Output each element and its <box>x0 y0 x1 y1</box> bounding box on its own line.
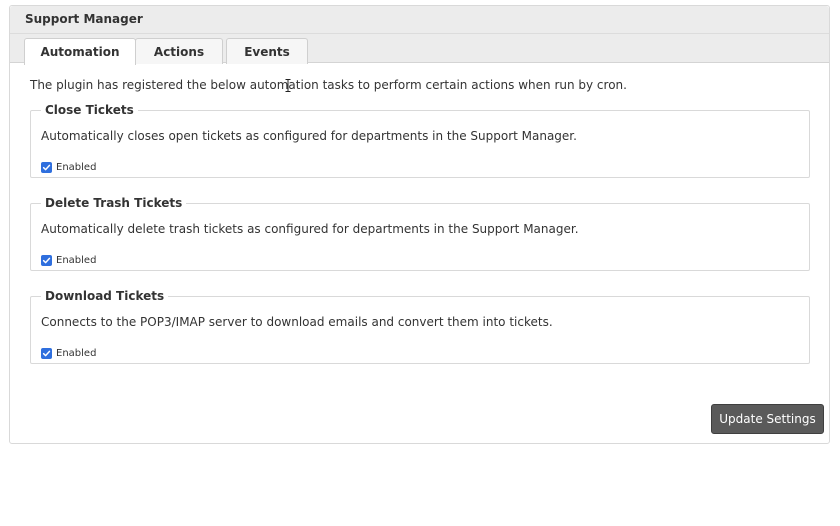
checkbox-label: Enabled <box>56 162 97 173</box>
task-download-tickets: Download Tickets Connects to the POP3/IM… <box>30 289 810 364</box>
tab-automation[interactable]: Automation <box>24 38 136 65</box>
task-delete-trash-tickets: Delete Trash Tickets Automatically delet… <box>30 196 810 271</box>
task-description: Automatically delete trash tickets as co… <box>41 222 579 236</box>
task-close-tickets: Close Tickets Automatically closes open … <box>30 103 810 178</box>
tab-bar: Automation Actions Events <box>10 34 829 65</box>
checkmark-icon[interactable] <box>41 162 52 173</box>
task-title: Download Tickets <box>45 289 165 303</box>
task-description: Connects to the POP3/IMAP server to down… <box>41 315 553 329</box>
checkbox-label: Enabled <box>56 348 97 359</box>
task-title: Close Tickets <box>45 103 134 117</box>
update-settings-button[interactable]: Update Settings <box>711 404 824 434</box>
task-title: Delete Trash Tickets <box>45 196 183 210</box>
task-description: Automatically closes open tickets as con… <box>41 129 577 143</box>
checkmark-icon[interactable] <box>41 255 52 266</box>
checkmark-icon[interactable] <box>41 348 52 359</box>
checkbox-label: Enabled <box>56 255 97 266</box>
panel-header: Support Manager <box>10 6 829 34</box>
text-cursor-icon <box>285 79 291 92</box>
panel-title: Support Manager <box>25 12 143 26</box>
enabled-checkbox-delete-trash-tickets[interactable]: Enabled <box>41 255 96 266</box>
tab-actions[interactable]: Actions <box>135 38 223 64</box>
enabled-checkbox-download-tickets[interactable]: Enabled <box>41 348 96 359</box>
intro-text: The plugin has registered the below auto… <box>30 78 627 92</box>
tab-events[interactable]: Events <box>226 38 308 64</box>
enabled-checkbox-close-tickets[interactable]: Enabled <box>41 162 96 173</box>
support-manager-panel: Support Manager Automation Actions Event… <box>9 5 830 444</box>
